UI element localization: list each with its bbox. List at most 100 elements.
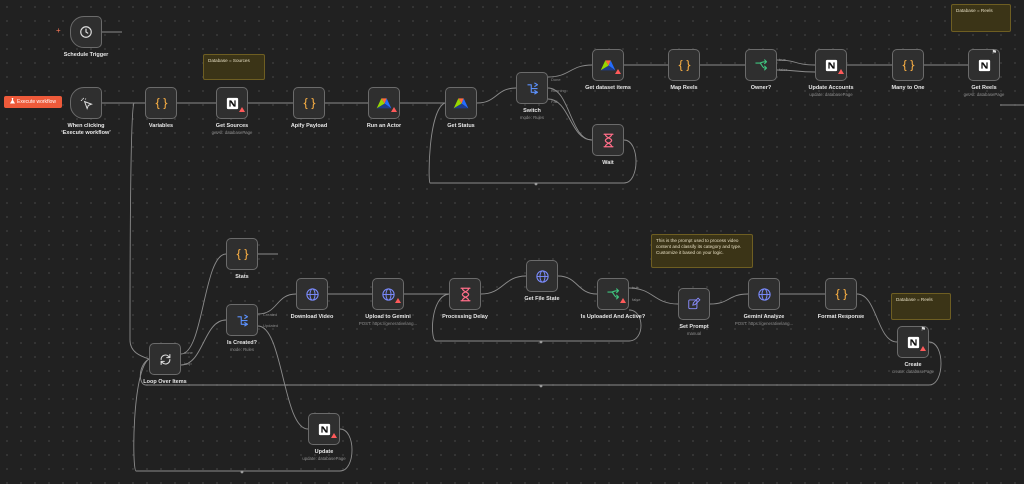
node-label-wait: Wait: [602, 160, 614, 166]
connection-switch-done[interactable]: [547, 64, 593, 78]
execute-workflow-button[interactable]: Execute workflow: [4, 96, 62, 108]
node-apify-payload[interactable]: [293, 87, 325, 119]
apify-icon: [446, 88, 476, 118]
hourglass-icon: [450, 279, 480, 309]
node-get-dataset-items[interactable]: [592, 49, 624, 81]
braces-icon: [227, 239, 257, 269]
cursor-click-icon: [71, 88, 101, 118]
flask-icon: [10, 98, 16, 106]
node-owner[interactable]: [745, 49, 777, 81]
globe-icon: [297, 279, 327, 309]
pencil-icon: [679, 289, 709, 319]
braces-icon: [826, 279, 856, 309]
warning-icon: [391, 99, 397, 117]
node-label-get-reels: Get Reels: [971, 85, 997, 91]
node-variables[interactable]: [145, 87, 177, 119]
hourglass-icon: [593, 125, 623, 155]
node-gemini-analyze[interactable]: [748, 278, 780, 310]
is-created-updated-port-label: Updated: [263, 323, 279, 328]
braces-icon: [893, 50, 923, 80]
sticky-note-reels-top[interactable]: Database = Reels: [951, 4, 1011, 32]
node-update-accounts[interactable]: [815, 49, 847, 81]
node-stats[interactable]: [226, 238, 258, 270]
connection-manual-trigger-loop[interactable]: [129, 102, 150, 360]
node-sublabel-update-accounts: update: databasePage: [809, 92, 853, 97]
loop-loop-port-label: loop: [184, 361, 192, 366]
sticky-note-prompt[interactable]: This is the prompt used to process video…: [651, 234, 753, 268]
sticky-note-reels-bottom[interactable]: Database = Reels: [891, 293, 951, 320]
warning-icon: [620, 290, 626, 308]
edge-handle[interactable]: [539, 340, 543, 344]
node-label-get-file-state: Get File State: [524, 296, 560, 302]
globe-icon: [749, 279, 779, 309]
node-create[interactable]: ⚑: [897, 326, 929, 358]
node-get-status[interactable]: [445, 87, 477, 119]
connection-get-status-switch[interactable]: [476, 87, 517, 104]
switch-icon: [227, 305, 257, 335]
clock-icon: [71, 17, 101, 47]
node-is-created[interactable]: [226, 304, 258, 336]
sticky-note-sources[interactable]: Database = Sources: [203, 54, 265, 80]
connection-get-file-state-is-uploaded[interactable]: [557, 275, 598, 295]
node-label-is-uploaded: Is Uploaded And Active?: [580, 314, 646, 320]
edge-handle[interactable]: [534, 182, 538, 186]
node-label-format-response: Format Response: [817, 314, 865, 320]
node-map-reels[interactable]: [668, 49, 700, 81]
loop-icon: [150, 344, 180, 374]
node-sublabel-update: update: databasePage: [302, 456, 346, 461]
node-sublabel-get-reels: getAll: databasePage: [963, 92, 1005, 97]
owner-true-port-label: true: [779, 57, 786, 62]
node-label-schedule-trigger: Schedule Trigger: [63, 52, 109, 58]
node-format-response[interactable]: [825, 278, 857, 310]
node-manual-trigger[interactable]: [70, 87, 102, 119]
node-is-uploaded[interactable]: [597, 278, 629, 310]
workflow-connections: [102, 31, 1024, 474]
connection-is-created-download-video[interactable]: [257, 293, 297, 315]
execute-workflow-label: Execute workflow: [17, 99, 56, 105]
add-trigger-icon[interactable]: +: [56, 27, 61, 35]
connection-loop-done[interactable]: [180, 253, 227, 355]
node-many-to-one[interactable]: [892, 49, 924, 81]
node-label-switch: Switch: [523, 108, 541, 114]
node-get-sources[interactable]: [216, 87, 248, 119]
node-upload-gemini[interactable]: [372, 278, 404, 310]
node-sublabel-set-prompt: manual: [686, 331, 702, 336]
connection-set-prompt-gemini-analyze[interactable]: [709, 293, 749, 305]
node-get-reels[interactable]: ⚑: [968, 49, 1000, 81]
is-created-created-port-label: Created: [263, 312, 278, 317]
warning-icon: [239, 99, 245, 117]
node-label-update: Update: [314, 449, 334, 455]
node-get-file-state[interactable]: [526, 260, 558, 292]
owner-false-port-label: false: [779, 67, 788, 72]
node-schedule-trigger[interactable]: [70, 16, 102, 48]
node-sublabel-upload-gemini: POST: https://generativelang...: [358, 321, 418, 326]
node-label-is-created: Is Created?: [227, 340, 257, 346]
is-uploaded-true-port-label: true: [632, 285, 639, 290]
warning-icon: [395, 290, 401, 308]
node-sublabel-create: create: databasePage: [891, 369, 935, 374]
warning-icon: [615, 61, 621, 79]
node-run-actor[interactable]: [368, 87, 400, 119]
switch-icon: [517, 73, 547, 103]
warning-icon: [838, 61, 844, 79]
node-label-stats: Stats: [235, 274, 249, 280]
node-switch[interactable]: [516, 72, 548, 104]
edge-handle[interactable]: [240, 470, 244, 474]
workflow-canvas[interactable]: Execute workflow + Database = Sources Da…: [0, 0, 1024, 484]
connection-processing-delay-get-file-state[interactable]: [480, 275, 527, 295]
globe-icon: [527, 261, 557, 291]
node-processing-delay[interactable]: [449, 278, 481, 310]
node-download-video[interactable]: [296, 278, 328, 310]
node-set-prompt[interactable]: [678, 288, 710, 320]
node-sublabel-get-sources: getAll: databasePage: [211, 130, 253, 135]
node-wait[interactable]: [592, 124, 624, 156]
warning-icon: [331, 425, 337, 443]
node-label-create: Create: [904, 362, 922, 368]
node-label-processing-delay: Processing Delay: [442, 314, 488, 320]
node-loop-over-items[interactable]: [149, 343, 181, 375]
braces-icon: [146, 88, 176, 118]
node-sublabel-is-created: mode: Rules: [229, 347, 255, 352]
loop-done-port-label: done: [184, 350, 193, 355]
edge-handle[interactable]: [539, 384, 543, 388]
node-update[interactable]: [308, 413, 340, 445]
